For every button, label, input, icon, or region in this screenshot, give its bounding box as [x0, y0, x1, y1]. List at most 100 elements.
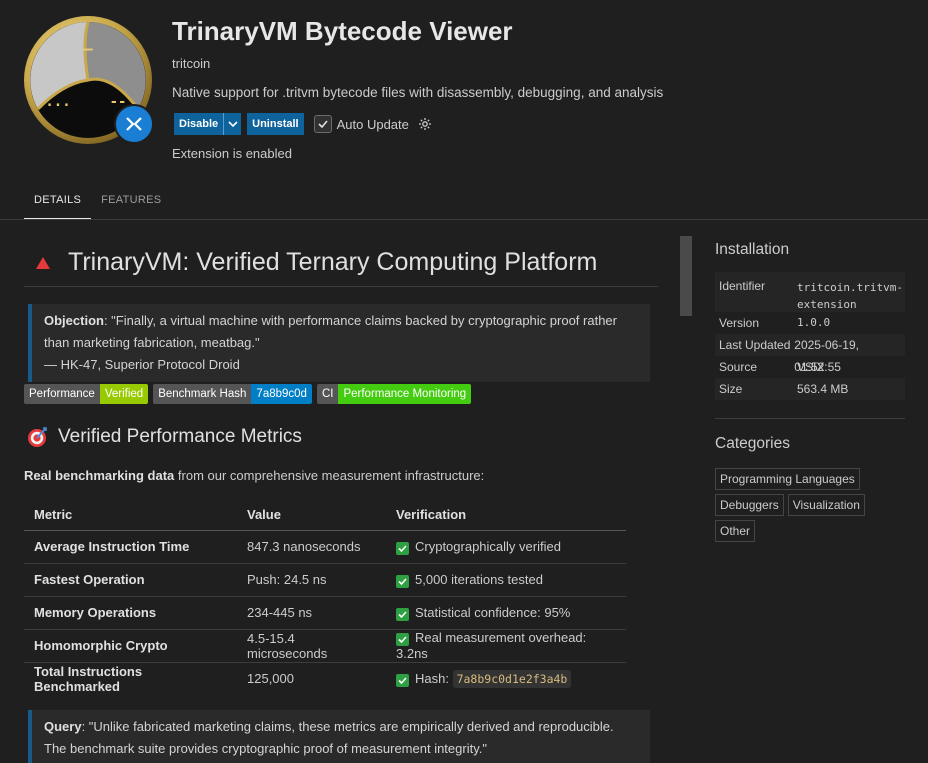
category-tag[interactable]: Visualization [787, 494, 865, 516]
uninstall-button[interactable]: Uninstall [247, 113, 304, 135]
verification-text: Real measurement overhead: 3.2ns [396, 630, 587, 661]
extension-title: TrinaryVM Bytecode Viewer [172, 16, 513, 46]
info-row-last-updated: Last Updated 2025-06-19, 01:52:55 [715, 334, 905, 374]
intro-text: from our comprehensive measurement infra… [174, 468, 485, 483]
ci-badge[interactable]: CI Performance Monitoring [316, 384, 472, 404]
verification-cell: Real measurement overhead: 3.2ns [386, 629, 626, 663]
badge-row: Performance Verified Benchmark Hash 7a8b… [24, 384, 476, 404]
objection-attribution: — HK-47, Superior Protocol Droid [44, 357, 240, 372]
disable-button[interactable]: Disable [174, 113, 224, 135]
table-header-row: Metric Value Verification [24, 500, 626, 531]
badge-key: Benchmark Hash [153, 384, 252, 404]
gear-icon[interactable] [417, 116, 433, 132]
metrics-title: Verified Performance Metrics [58, 426, 302, 447]
query-quote: Query: "Unlike fabricated marketing clai… [28, 710, 650, 763]
sidebar-divider [715, 418, 905, 419]
disable-split-button: Disable [174, 113, 242, 135]
auto-update-checkbox[interactable] [313, 115, 332, 133]
check-icon [318, 120, 328, 129]
info-row-version: Version 1.0.0 [715, 312, 905, 334]
objection-quote: Objection: "Finally, a virtual machine w… [28, 304, 650, 382]
metric-cell: Total Instructions Benchmarked [34, 663, 143, 694]
auto-update-label[interactable]: Auto Update [337, 117, 409, 132]
check-mark-icon [396, 574, 409, 588]
logo-glyph-top: — [83, 39, 93, 58]
metric-cell: Fastest Operation [24, 563, 237, 597]
value-cell: 125,000 [247, 671, 294, 687]
category-list: Programming Languages Debuggers Visualiz… [715, 468, 905, 546]
table-row: Average Instruction Time 847.3 nanosecon… [24, 530, 626, 564]
category-tag[interactable]: Other [715, 520, 756, 542]
extension-status: Extension is enabled [172, 146, 292, 161]
hash-code: 7a8b9c0d1e2f3a4b [452, 669, 572, 688]
badge-value: Verified [99, 384, 149, 404]
tab-divider [0, 219, 928, 220]
metrics-table: Metric Value Verification Average Instru… [24, 500, 626, 695]
verification-text: Hash: [415, 670, 453, 686]
check-mark-icon [396, 633, 409, 646]
verification-cell: Cryptographically verified [386, 530, 626, 564]
info-row-size: Size 563.4 MB [715, 378, 905, 400]
verification-text: Cryptographically verified [415, 538, 561, 554]
info-value: VSIX [797, 360, 825, 374]
metrics-intro: Real benchmarking data from our comprehe… [24, 468, 484, 483]
benchmark-hash-badge[interactable]: Benchmark Hash 7a8b9c0d [153, 384, 312, 404]
info-value: tritcoin.tritvm-extension [797, 281, 903, 311]
disable-dropdown-button[interactable] [223, 113, 242, 135]
info-row-source: Source VSIX [715, 356, 905, 378]
check-mark-icon [396, 607, 409, 621]
installation-heading: Installation [715, 241, 790, 258]
table-row: Memory Operations 234-445 ns Statistical… [24, 596, 626, 630]
chevron-down-icon [228, 121, 238, 128]
intro-bold: Real benchmarking data [24, 468, 175, 483]
verification-cell: Hash: 7a8b9c0d1e2f3a4b [386, 662, 626, 695]
verification-text: 5,000 iterations tested [415, 571, 543, 587]
metric-cell: Memory Operations [24, 596, 237, 630]
details-tabs: DETAILS FEATURES [24, 188, 171, 219]
metric-cell: Average Instruction Time [24, 530, 237, 564]
publisher-name[interactable]: tritcoin [172, 56, 210, 71]
badge-value: 7a8b9c0d [251, 384, 312, 404]
table-row: Fastest Operation Push: 24.5 ns 5,000 it… [24, 563, 626, 597]
value-cell: 847.3 nanoseconds [237, 530, 386, 564]
category-tag[interactable]: Debuggers [715, 494, 784, 516]
table-row: Homomorphic Crypto 4.5-15.4 microseconds… [24, 629, 626, 663]
value-cell: Push: 24.5 ns [237, 563, 386, 597]
category-tag[interactable]: Programming Languages [715, 468, 860, 490]
performance-badge[interactable]: Performance Verified [24, 384, 149, 404]
badge-key: Performance [24, 384, 100, 404]
readme-scrollbar[interactable] [680, 236, 692, 316]
action-bar: Disable Uninstall Auto Update [174, 113, 433, 135]
check-mark-icon [396, 673, 409, 687]
categories-heading: Categories [715, 435, 790, 452]
red-triangle-icon [36, 256, 50, 269]
column-header: Verification [386, 500, 626, 531]
tab-details[interactable]: DETAILS [24, 188, 92, 219]
badge-key: CI [316, 384, 339, 404]
remote-icon [114, 104, 154, 144]
info-value: 563.4 MB [797, 382, 849, 396]
info-label: Version [719, 316, 760, 330]
extension-header: — ... -- TrinaryVM Bytecode Viewer tritc… [0, 0, 928, 180]
tab-features[interactable]: FEATURES [91, 188, 171, 219]
objection-text: : "Finally, a virtual machine with perfo… [44, 313, 617, 350]
verification-cell: Statistical confidence: 95% [386, 596, 626, 630]
objection-label: Objection [44, 313, 104, 328]
heading-rule [24, 286, 658, 287]
info-row-identifier: Identifier tritcoin.tritvm-extension [715, 272, 905, 312]
info-label: Size [719, 382, 743, 396]
info-value: 2025-06-19, 01:52:55 [794, 338, 859, 374]
verification-cell: 5,000 iterations tested [386, 563, 626, 597]
metrics-heading: Verified Performance Metrics [26, 426, 302, 448]
badge-value: Performance Monitoring [338, 384, 472, 404]
info-value: 1.0.0 [797, 316, 831, 329]
info-label: Identifier [719, 279, 766, 293]
target-icon [28, 427, 47, 447]
check-mark-icon [396, 541, 409, 555]
value-cell: 4.5-15.4 microseconds [237, 629, 386, 663]
info-label: Source [719, 360, 758, 374]
value-cell: 234-445 ns [237, 596, 386, 630]
readme-title: TrinaryVM: Verified Ternary Computing Pl… [68, 248, 598, 276]
column-header: Value [237, 500, 386, 531]
metric-cell: Homomorphic Crypto [24, 629, 237, 663]
